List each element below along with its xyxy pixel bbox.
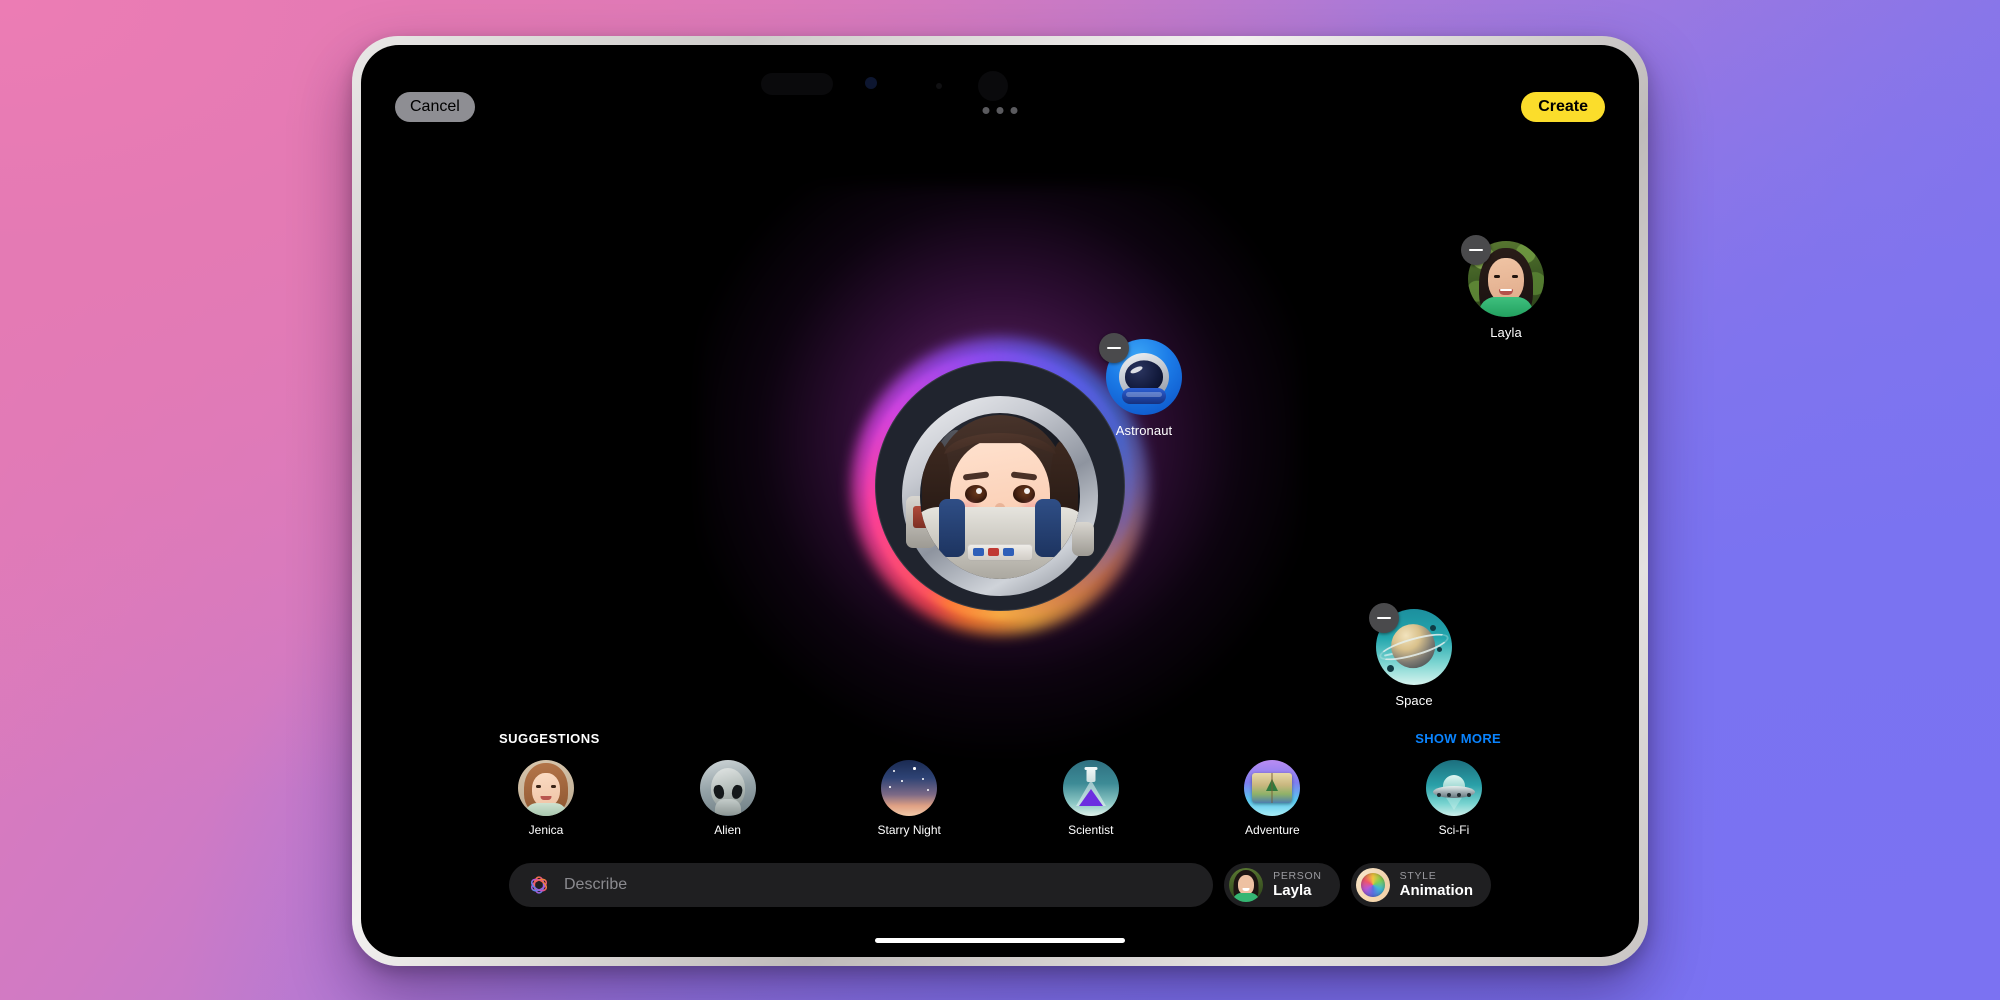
alien-head-icon (700, 760, 756, 816)
person-chip[interactable]: PERSON Layla (1224, 863, 1340, 907)
home-indicator[interactable] (875, 938, 1125, 943)
person-chip-kicker: PERSON (1273, 871, 1322, 882)
suggestion-scientist[interactable]: Scientist (1044, 760, 1138, 837)
generated-image[interactable] (875, 361, 1125, 611)
remove-concept-astronaut-button[interactable] (1099, 333, 1129, 363)
flask-icon (1063, 760, 1119, 816)
treasure-map-icon (1244, 760, 1300, 816)
ipad-device-frame: Cancel Create (352, 36, 1648, 966)
suggestion-label: Sci-Fi (1407, 823, 1501, 837)
suggestion-jenica[interactable]: Jenica (499, 760, 593, 837)
top-bar: Cancel Create (361, 85, 1639, 129)
suggestions-title: SUGGESTIONS (499, 731, 600, 746)
apple-intelligence-icon (527, 873, 551, 897)
suggestion-sci-fi[interactable]: Sci-Fi (1407, 760, 1501, 837)
suggestion-starry-night[interactable]: Starry Night (862, 760, 956, 837)
ipad-screen: Cancel Create (361, 45, 1639, 957)
suggestions-section: SUGGESTIONS SHOW MORE Jenica (361, 728, 1639, 837)
person-photo-icon (518, 760, 574, 816)
person-chip-value: Layla (1273, 883, 1322, 899)
person-avatar-icon (1229, 868, 1263, 902)
suggestion-alien[interactable]: Alien (681, 760, 775, 837)
concept-bubble-layla[interactable]: Layla (1463, 241, 1549, 340)
style-chip-value: Animation (1400, 883, 1473, 899)
minus-icon (1107, 347, 1121, 350)
suggestion-label: Jenica (499, 823, 593, 837)
concept-label-astronaut: Astronaut (1101, 423, 1187, 438)
starry-sky-icon (881, 760, 937, 816)
astronaut-portrait-icon (875, 361, 1125, 611)
concept-bubble-space[interactable]: Space (1371, 609, 1457, 708)
minus-icon (1469, 249, 1483, 252)
suggestion-label: Adventure (1225, 823, 1319, 837)
style-ball-icon (1356, 868, 1390, 902)
ufo-icon (1426, 760, 1482, 816)
suggestion-adventure[interactable]: Adventure (1225, 760, 1319, 837)
concept-label-layla: Layla (1463, 325, 1549, 340)
describe-field[interactable] (509, 863, 1213, 907)
remove-concept-layla-button[interactable] (1461, 235, 1491, 265)
describe-input[interactable] (564, 876, 1195, 894)
minus-icon (1377, 617, 1391, 620)
cancel-button[interactable]: Cancel (395, 92, 475, 122)
suggestion-label: Starry Night (862, 823, 956, 837)
style-chip-kicker: STYLE (1400, 871, 1473, 882)
show-more-button[interactable]: SHOW MORE (1415, 731, 1501, 746)
concept-bubble-astronaut[interactable]: Astronaut (1101, 339, 1187, 438)
suggestions-header: SUGGESTIONS SHOW MORE (499, 728, 1501, 748)
suggestion-label: Scientist (1044, 823, 1138, 837)
concept-label-space: Space (1371, 693, 1457, 708)
suggestion-label: Alien (681, 823, 775, 837)
suggestions-row: Jenica Alien Starry Night (499, 760, 1501, 837)
remove-concept-space-button[interactable] (1369, 603, 1399, 633)
create-button[interactable]: Create (1521, 92, 1605, 122)
style-chip[interactable]: STYLE Animation (1351, 863, 1491, 907)
prompt-bar: PERSON Layla STYLE Animation (361, 863, 1639, 907)
